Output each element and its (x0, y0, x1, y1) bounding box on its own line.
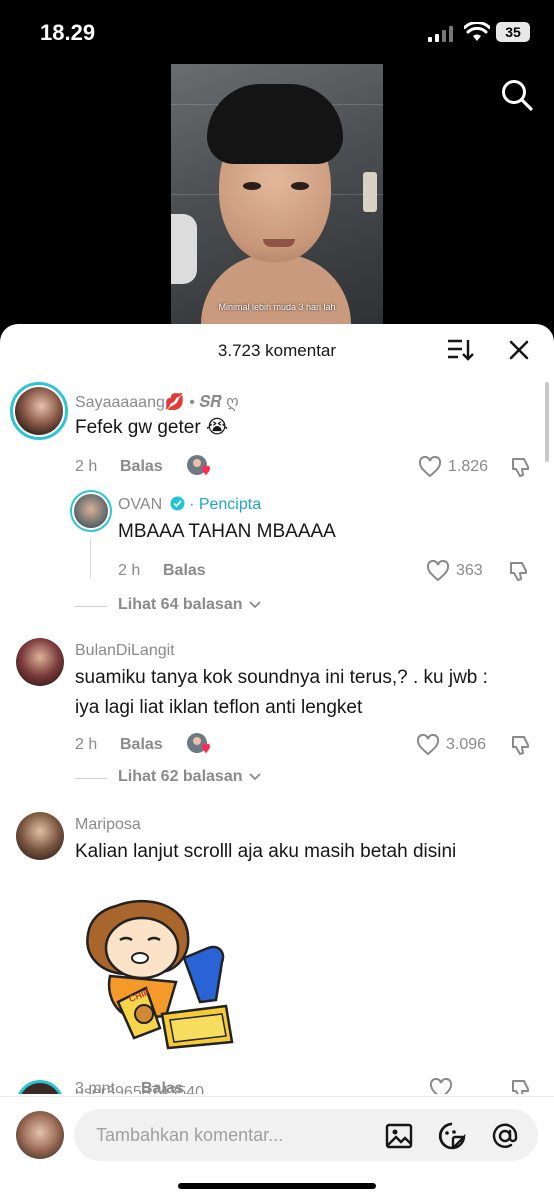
dislike-icon[interactable] (510, 734, 532, 756)
view-replies-link[interactable]: Lihat 62 balasan (118, 768, 261, 786)
view-replies-text: Lihat 62 balasan (118, 768, 243, 785)
avatar[interactable] (10, 382, 68, 440)
comment-username[interactable]: user39658743540 (75, 1084, 204, 1094)
dislike-icon[interactable] (510, 456, 532, 478)
comment-input[interactable]: Tambahkan komentar... (74, 1109, 538, 1161)
comment-input-placeholder: Tambahkan komentar... (96, 1125, 284, 1145)
sticker-image: CHIP (86, 899, 234, 1050)
chevron-down-icon (249, 601, 261, 609)
cellular-signal-icon (428, 26, 453, 42)
reply-username-text: OVAN (118, 496, 163, 513)
sort-icon[interactable] (446, 338, 474, 362)
comment-item: Mariposa Kalian lanjut scrolll aja aku m… (0, 808, 554, 1094)
comment-text: Kalian lanjut scrolll aja aku masih beta… (75, 841, 457, 862)
reply-username[interactable]: OVAN · Pencipta (118, 496, 261, 514)
reply-button[interactable]: Balas (163, 562, 206, 580)
mouth-shape (263, 239, 295, 247)
my-avatar[interactable] (16, 1111, 64, 1159)
like-count: 1.826 (448, 458, 489, 475)
eye-shape (291, 182, 309, 190)
mention-icon[interactable] (490, 1121, 520, 1151)
verified-icon (170, 496, 185, 511)
reply-button[interactable]: Balas (120, 458, 163, 476)
like-icon[interactable] (416, 734, 440, 756)
comment-composer: Tambahkan komentar... (0, 1096, 554, 1199)
divider (75, 606, 107, 607)
like-count: 3.096 (446, 736, 487, 753)
comment-list: Sayaaaaang💋 • 𝑺𝑹 ღ Fefek gw geter 😭 2 h … (0, 376, 554, 1094)
avatar-image (15, 387, 63, 435)
sheet-header: 3.723 komentar (0, 324, 554, 376)
comment-time: 2 h (75, 736, 98, 753)
eye-shape (243, 182, 261, 190)
status-bar: 18.29 35 (0, 0, 554, 64)
avatar[interactable] (16, 1080, 64, 1094)
close-icon[interactable] (508, 339, 530, 361)
shoulders-shape (201, 254, 351, 326)
comment-text: Fefek gw geter 😭 (75, 417, 229, 438)
comment-item: BulanDiLangit suamiku tanya kok soundnya… (0, 634, 554, 794)
comment-item: Sayaaaaang💋 • 𝑺𝑹 ღ Fefek gw geter 😭 2 h … (0, 376, 554, 616)
like-icon[interactable] (418, 456, 442, 478)
image-icon[interactable] (384, 1121, 414, 1151)
avatar[interactable] (70, 490, 112, 532)
reply-text: MBAAA TAHAN MBAAAA (118, 521, 336, 542)
creator-liked-icon (187, 733, 210, 754)
reply-button[interactable]: Balas (120, 736, 163, 754)
divider (75, 778, 107, 779)
comment-username[interactable]: Sayaaaaang💋 • 𝑺𝑹 ღ (75, 392, 239, 412)
like-icon[interactable] (426, 560, 450, 582)
home-indicator (178, 1183, 376, 1189)
bottle-shape (363, 172, 377, 212)
chevron-down-icon (249, 773, 261, 781)
comment-username[interactable]: Mariposa (75, 816, 141, 834)
search-icon[interactable] (500, 78, 534, 112)
like-count: 363 (456, 562, 483, 579)
avatar-image (74, 494, 108, 528)
reply-time: 2 h (118, 562, 141, 579)
dislike-icon[interactable] (508, 560, 530, 582)
avatar[interactable] (16, 812, 64, 860)
wifi-icon (464, 22, 490, 41)
creator-badge: · Pencipta (189, 496, 262, 513)
comment-text: iya lagi liat iklan teflon anti lengket (75, 697, 363, 718)
creator-liked-icon (187, 455, 210, 476)
comment-time: 2 h (75, 458, 98, 475)
toilet-shape (171, 214, 197, 284)
comments-sheet: 3.723 komentar Sayaaaaang💋 • 𝑺𝑹 ღ Fefek … (0, 324, 554, 1199)
video-caption: Minimal lebih muda 3 hari lah (218, 302, 336, 312)
hair-shape (207, 84, 343, 164)
status-time: 18.29 (40, 20, 96, 45)
thread-line (90, 538, 91, 578)
sticker-icon[interactable] (437, 1121, 467, 1151)
comment-text: suamiku tanya kok soundnya ini terus,? .… (75, 667, 488, 688)
view-replies-text: Lihat 64 balasan (118, 596, 243, 613)
avatar[interactable] (16, 638, 64, 686)
view-replies-link[interactable]: Lihat 64 balasan (118, 596, 261, 614)
comment-username[interactable]: BulanDiLangit (75, 642, 175, 660)
comment-item: user39658743540 (0, 1076, 554, 1094)
video-preview[interactable]: Minimal lebih muda 3 hari lah (171, 64, 383, 326)
battery-icon: 35 (496, 22, 530, 42)
